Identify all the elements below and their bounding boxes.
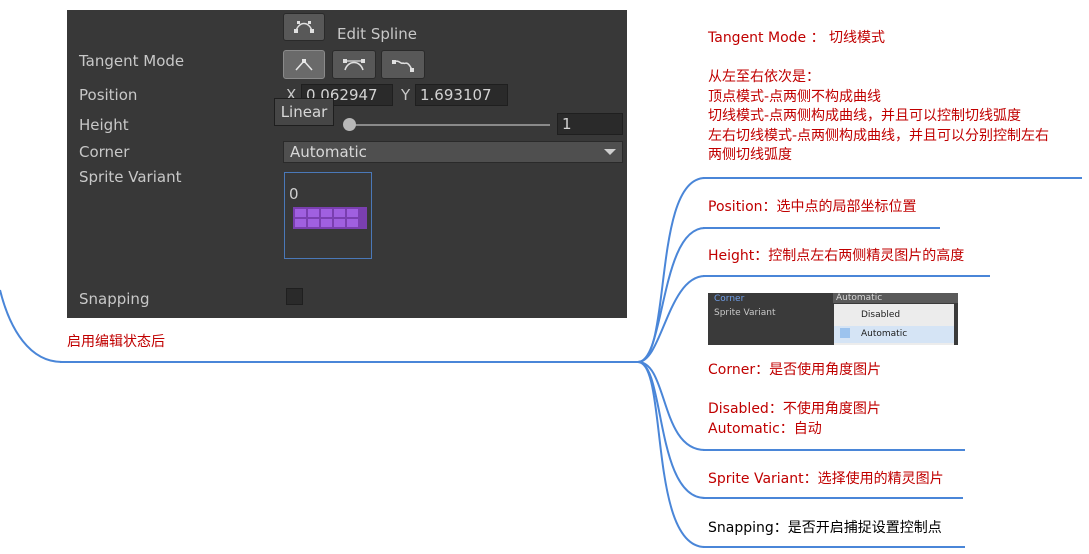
note-spacer: [708, 49, 1049, 69]
sprite-tile: [321, 209, 332, 217]
tangent-title: Tangent Mode ： 切线模式: [708, 30, 886, 46]
snapping-checkbox[interactable]: [286, 288, 303, 305]
chevron-down-icon: [604, 149, 616, 155]
sprite-variant-label: Sprite Variant: [79, 168, 182, 186]
sprite-tile: [295, 219, 306, 227]
height-field[interactable]: 1: [557, 113, 623, 135]
corner-note: Corner：是否使用角度图片 Disabled：不使用角度图片 Automat…: [708, 361, 881, 439]
edit-spline-label: Edit Spline: [337, 25, 417, 43]
mini-option-automatic: Automatic: [834, 326, 954, 343]
height-note: Height：控制点左右两侧精灵图片的高度: [708, 248, 965, 264]
corner-dropdown-value: Automatic: [290, 143, 367, 161]
check-icon: [840, 328, 850, 338]
snapping-label: Snapping: [79, 290, 150, 308]
tangent-line-3: 左右切线模式-点两侧构成曲线，并且可以分别控制左右: [708, 127, 1050, 144]
height-slider-thumb[interactable]: [343, 118, 356, 131]
mini-option-automatic-label: Automatic: [861, 329, 908, 339]
position-y-axis: Y: [401, 86, 411, 104]
continuous-tangent-icon: [343, 58, 365, 70]
branch-position: [637, 227, 706, 363]
branch-corner: [637, 361, 706, 451]
corner-automatic: Automatic：自动: [708, 420, 822, 437]
position-label: Position: [79, 86, 138, 104]
sprite-image: [293, 207, 367, 229]
branch-height: [637, 275, 706, 363]
tangent-order: 从左至右依次是：: [708, 69, 820, 85]
spline-icon: [294, 21, 314, 33]
root-left-curve: [0, 289, 63, 363]
linear-tooltip: Linear: [274, 98, 334, 126]
height-label: Height: [79, 116, 129, 134]
tangent-linear-button[interactable]: [283, 50, 325, 79]
root-note: 启用编辑状态后: [67, 334, 165, 350]
position-y-field[interactable]: 1.693107: [415, 84, 508, 106]
branch-snapping: [637, 361, 706, 548]
tangent-continuous-button[interactable]: [332, 50, 376, 79]
tangent-line-2: 切线模式-点两侧构成曲线，并且可以控制切线弧度: [708, 108, 1022, 124]
sprite-index: 0: [289, 185, 299, 203]
sprite-tile: [334, 209, 345, 217]
note-spacer: [708, 381, 881, 401]
inspector-screenshot: Edit Spline Tangent Mode Position X 0.06…: [67, 10, 627, 318]
tangent-mode-note: Tangent Mode ： 切线模式 从左至右依次是： 顶点模式-点两侧不构成…: [708, 29, 1049, 166]
snapping-note: Snapping：是否开启捕捉设置控制点: [708, 520, 942, 536]
sprite-tile: [308, 219, 319, 227]
linear-tangent-icon: [295, 58, 313, 70]
tangent-broken-button[interactable]: [381, 50, 425, 79]
sprite-tile: [347, 209, 358, 217]
mini-sprite-variant-label: Sprite Variant: [714, 308, 776, 318]
sprite-tile: [334, 219, 345, 227]
broken-tangent-icon: [392, 59, 414, 72]
mini-dropdown-header: Automatic: [833, 293, 958, 303]
sprite-variant-note: Sprite Variant：选择使用的精灵图片: [708, 471, 944, 487]
corner-dropdown[interactable]: Automatic: [283, 141, 623, 163]
tangent-mode-label: Tangent Mode: [79, 52, 185, 70]
corner-disabled: Disabled：不使用角度图片: [708, 401, 881, 417]
corner-title: Corner：是否使用角度图片: [708, 362, 882, 378]
position-note: Position：选中点的局部坐标位置: [708, 199, 917, 215]
sprite-tile: [347, 219, 358, 227]
tangent-line-1: 顶点模式-点两侧不构成曲线: [708, 88, 882, 105]
mini-corner-label: Corner: [714, 294, 745, 304]
corner-label: Corner: [79, 143, 130, 161]
corner-dropdown-screenshot: Corner Sprite Variant Automatic Disabled…: [708, 293, 958, 345]
height-slider-track[interactable]: [350, 124, 550, 126]
sprite-tile: [321, 219, 332, 227]
branch-sprite: [637, 361, 706, 499]
edit-spline-button[interactable]: [283, 13, 325, 41]
tangent-line-4: 两侧切线弧度: [708, 147, 792, 163]
mini-dropdown-menu: Disabled Automatic: [834, 304, 954, 345]
sprite-variant-thumbnail[interactable]: 0: [284, 172, 372, 259]
mini-option-disabled: Disabled: [861, 310, 901, 320]
sprite-tile: [295, 209, 306, 217]
sprite-tile: [308, 209, 319, 217]
